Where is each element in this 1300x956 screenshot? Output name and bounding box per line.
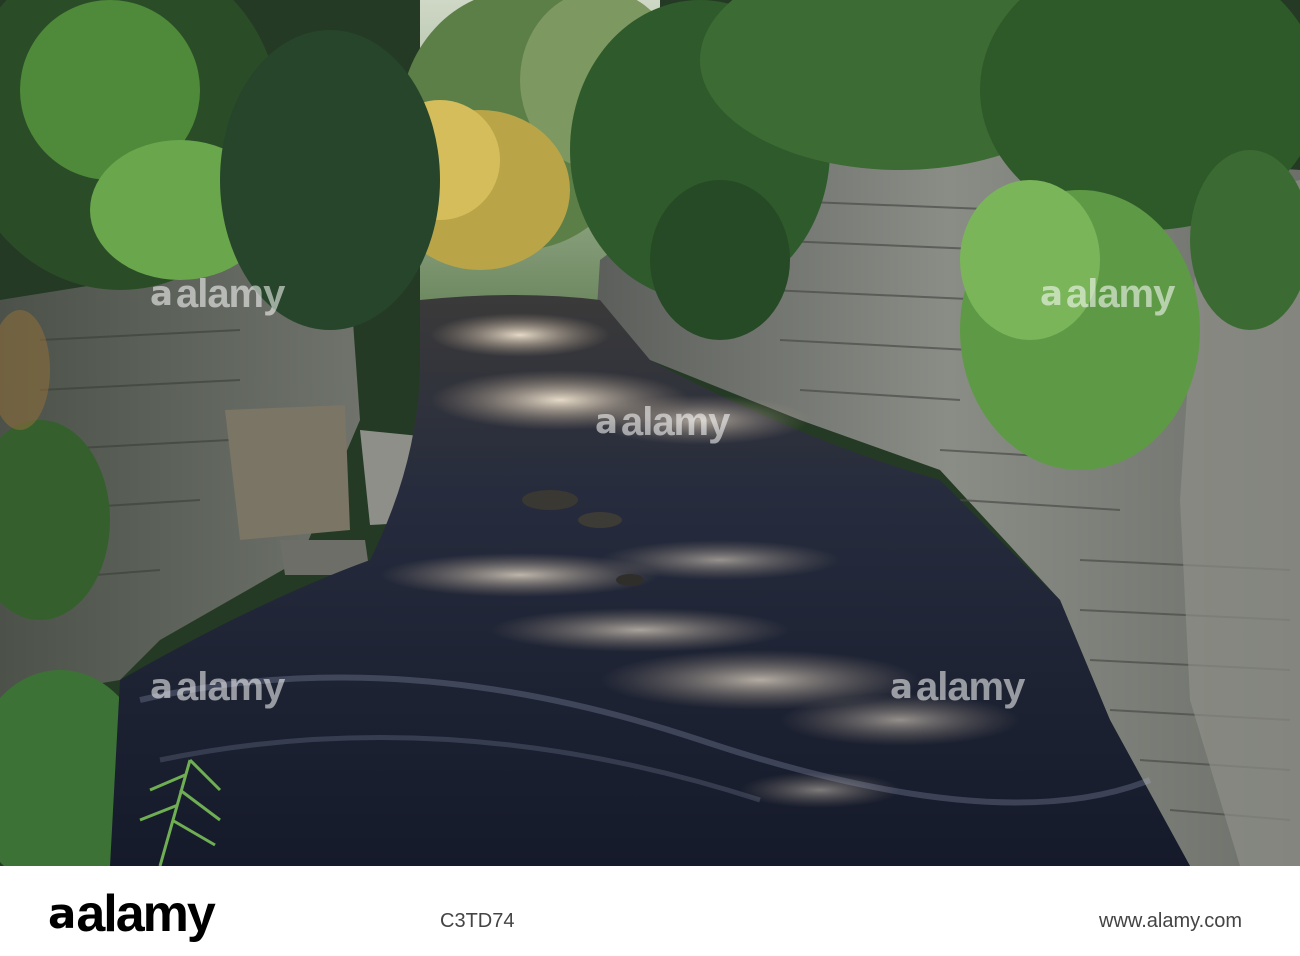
- river-gorge-photo: a alamy a alamy a alamy a alamy a alamy: [0, 0, 1300, 866]
- watermark: a alamy: [595, 400, 730, 444]
- watermark: a alamy: [150, 272, 285, 316]
- site-url: www.alamy.com: [1099, 910, 1242, 932]
- image-id: C3TD74: [440, 910, 515, 932]
- watermark: a alamy: [150, 665, 285, 709]
- watermark: a alamy: [890, 665, 1025, 709]
- footer-bar: aalamy C3TD74 www.alamy.com: [0, 866, 1300, 956]
- watermark: a alamy: [1040, 272, 1175, 316]
- alamy-logo: aalamy: [48, 885, 216, 943]
